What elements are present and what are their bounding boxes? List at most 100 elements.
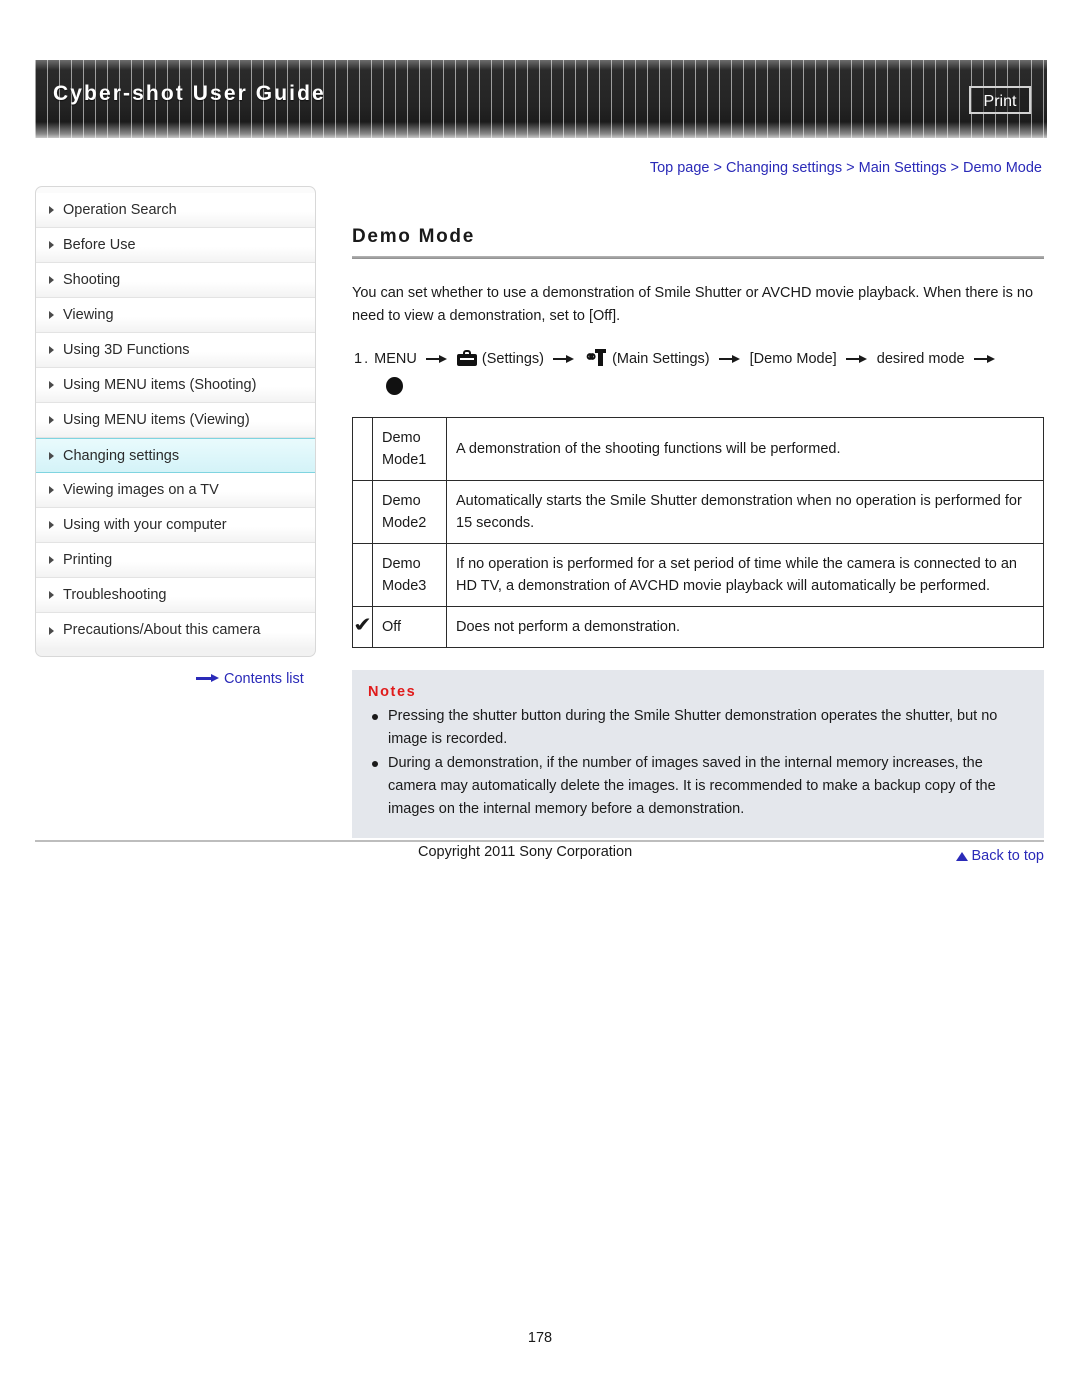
chevron-right-icon <box>49 276 54 284</box>
sidebar-item-using-3d-functions[interactable]: Using 3D Functions <box>36 333 315 368</box>
title-divider <box>352 256 1044 259</box>
arrow-right-icon <box>718 354 741 364</box>
sidebar-item-label: Using MENU items (Viewing) <box>63 412 250 428</box>
table-row: Demo Mode3 If no operation is performed … <box>352 543 1044 607</box>
arrow-right-icon <box>845 354 868 364</box>
chevron-right-icon <box>49 591 54 599</box>
sidebar-item-using-menu-items-shooting[interactable]: Using MENU items (Shooting) <box>36 368 315 403</box>
sidebar-item-troubleshooting[interactable]: Troubleshooting <box>36 578 315 613</box>
sidebar-item-label: Using MENU items (Shooting) <box>63 377 257 393</box>
sidebar-item-using-with-your-computer[interactable]: Using with your computer <box>36 508 315 543</box>
option-description: A demonstration of the shooting function… <box>446 417 1044 481</box>
default-check-cell: ✔ <box>351 606 374 648</box>
page-number: 178 <box>527 1330 553 1346</box>
chevron-right-icon <box>49 451 54 460</box>
note-item: During a demonstration, if the number of… <box>372 752 1028 821</box>
procedure-step-1: 1. MENU (Settings) ⚭ (Main Settings) [De… <box>352 346 1044 395</box>
toolbox-icon <box>456 350 477 366</box>
breadcrumb-separator: > <box>846 160 855 176</box>
notes-list: Pressing the shutter button during the S… <box>368 705 1028 821</box>
main-content: Top page > Changing settings > Main Sett… <box>351 160 1044 864</box>
default-check-cell <box>352 480 373 544</box>
default-check-cell <box>352 543 373 607</box>
option-description: If no operation is performed for a set p… <box>446 543 1044 607</box>
option-label: Demo Mode2 <box>372 480 447 544</box>
chevron-right-icon <box>49 486 54 494</box>
wrench-hammer-icon: ⚭ <box>584 349 607 366</box>
sidebar-item-changing-settings[interactable]: Changing settings <box>36 438 315 473</box>
option-description: Does not perform a demonstration. <box>446 606 1044 648</box>
breadcrumb: Top page > Changing settings > Main Sett… <box>352 160 1044 176</box>
sidebar-item-before-use[interactable]: Before Use <box>36 228 315 263</box>
sidebar-item-label: Viewing images on a TV <box>63 482 219 498</box>
sidebar-item-label: Using 3D Functions <box>63 342 190 358</box>
table-row: ✔ Off Does not perform a demonstration. <box>351 606 1044 648</box>
sidebar-item-viewing[interactable]: Viewing <box>36 298 315 333</box>
option-description: Automatically starts the Smile Shutter d… <box>446 480 1044 544</box>
sidebar-nav: Operation Search Before Use Shooting Vie… <box>35 186 316 657</box>
option-label: Off <box>372 606 447 648</box>
sidebar-item-label: Shooting <box>63 272 121 288</box>
sidebar-item-label: Precautions/About this camera <box>63 622 261 638</box>
chevron-right-icon <box>49 346 54 354</box>
menu-label: MENU <box>374 351 417 367</box>
sidebar-item-label: Printing <box>63 552 113 568</box>
desired-mode-label: desired mode <box>876 351 965 367</box>
chevron-right-icon <box>49 556 54 564</box>
arrow-right-icon <box>553 354 575 364</box>
sidebar-item-label: Changing settings <box>63 448 180 464</box>
breadcrumb-item-demo-mode[interactable]: Demo Mode <box>963 160 1042 176</box>
arrow-right-icon <box>425 354 448 364</box>
chevron-right-icon <box>49 206 54 214</box>
option-label: Demo Mode1 <box>372 417 447 481</box>
sidebar-item-precautions-about-this-camera[interactable]: Precautions/About this camera <box>36 613 315 648</box>
sidebar-item-label: Before Use <box>63 237 136 253</box>
copyright-text: Copyright 2011 Sony Corporation <box>418 844 633 860</box>
chevron-right-icon <box>49 521 54 529</box>
notes-title: Notes <box>368 684 417 700</box>
table-row: Demo Mode1 A demonstration of the shooti… <box>352 417 1044 481</box>
triangle-up-icon <box>956 852 969 861</box>
sidebar-item-label: Viewing <box>63 307 114 323</box>
footer-divider <box>35 840 1044 842</box>
site-title: Cyber-shot User Guide <box>53 82 326 105</box>
step-number: 1. <box>354 351 371 367</box>
check-icon: ✔ <box>351 614 374 637</box>
sidebar-item-label: Troubleshooting <box>63 587 167 603</box>
option-label: Demo Mode3 <box>372 543 447 607</box>
arrow-right-icon <box>973 354 996 364</box>
chevron-right-icon <box>49 311 54 319</box>
contents-list-link[interactable]: Contents list <box>196 671 304 687</box>
chevron-right-icon <box>49 416 54 424</box>
sidebar-item-label: Using with your computer <box>63 517 227 533</box>
main-settings-label: (Main Settings) <box>612 351 710 367</box>
settings-label: (Settings) <box>481 351 544 367</box>
chevron-right-icon <box>49 381 54 389</box>
sidebar-item-using-menu-items-viewing[interactable]: Using MENU items (Viewing) <box>36 403 315 438</box>
chevron-right-icon <box>49 626 54 635</box>
notes-box: Notes Pressing the shutter button during… <box>352 670 1044 838</box>
breadcrumb-item-main-settings[interactable]: Main Settings <box>859 160 947 176</box>
arrow-right-icon <box>196 674 220 683</box>
breadcrumb-item-top-page[interactable]: Top page <box>650 160 710 176</box>
breadcrumb-item-changing-settings[interactable]: Changing settings <box>726 160 842 176</box>
site-header: Cyber-shot User Guide Print <box>35 60 1047 138</box>
control-button-icon <box>386 377 403 395</box>
note-item: Pressing the shutter button during the S… <box>372 705 1028 751</box>
sidebar-item-operation-search[interactable]: Operation Search <box>36 193 315 228</box>
demo-mode-options-table: Demo Mode1 A demonstration of the shooti… <box>351 417 1044 648</box>
print-button[interactable]: Print <box>969 86 1031 114</box>
breadcrumb-separator: > <box>950 160 959 176</box>
sidebar-item-label: Operation Search <box>63 202 177 218</box>
sidebar-item-shooting[interactable]: Shooting <box>36 263 315 298</box>
demo-mode-label: [Demo Mode] <box>749 351 837 367</box>
default-check-cell <box>352 417 373 481</box>
back-to-top-label: Back to top <box>971 848 1044 864</box>
page-title: Demo Mode <box>352 226 475 247</box>
breadcrumb-separator: > <box>713 160 722 176</box>
sidebar-item-viewing-images-on-a-tv[interactable]: Viewing images on a TV <box>36 473 315 508</box>
sidebar-item-printing[interactable]: Printing <box>36 543 315 578</box>
intro-paragraph: You can set whether to use a demonstrati… <box>352 285 1034 324</box>
chevron-right-icon <box>49 241 54 249</box>
contents-list-label: Contents list <box>224 671 304 687</box>
